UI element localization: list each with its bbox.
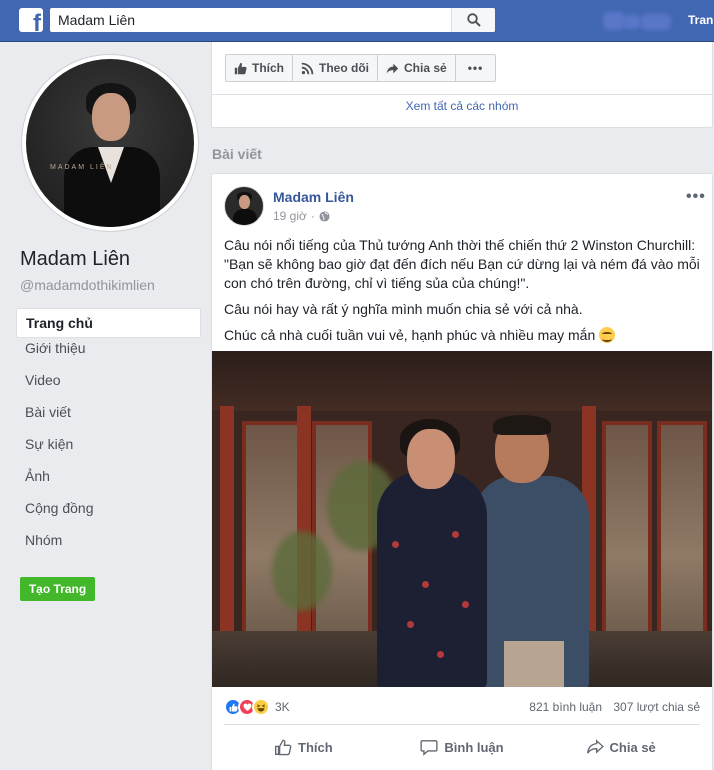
- page-nav: Trang chủ Giới thiệu Video Bài viết Sự k…: [16, 308, 201, 564]
- posts-section-title: Bài viết: [212, 146, 262, 162]
- post-share-label: Chia sẻ: [609, 739, 656, 755]
- nav-item-posts[interactable]: Bài viết: [16, 404, 201, 436]
- share-page-button[interactable]: Chia sẻ: [377, 54, 456, 82]
- nav-item-groups[interactable]: Nhóm: [16, 532, 201, 564]
- nav-item-photos[interactable]: Ảnh: [16, 468, 201, 500]
- post-comment-button[interactable]: Bình luận: [383, 725, 542, 769]
- post-time-text[interactable]: 19 giờ: [273, 209, 307, 223]
- like-page-label: Thích: [252, 61, 284, 75]
- post-stats: 821 bình luận 307 lượt chia sẻ: [529, 700, 700, 714]
- share-page-label: Chia sẻ: [404, 61, 447, 75]
- thumbs-up-icon: [234, 62, 247, 74]
- post-paragraph: Câu nói nổi tiếng của Thủ tướng Anh thời…: [224, 237, 700, 291]
- post-author-name[interactable]: Madam Liên: [273, 189, 354, 205]
- reactions-summary[interactable]: 3K: [224, 697, 290, 717]
- page-action-bar: Thích Theo dõi Chia sẻ •••: [225, 54, 497, 82]
- blurred-user-profile[interactable]: [603, 10, 673, 32]
- haha-reaction-icon: [252, 698, 270, 716]
- post-more-options-icon[interactable]: •••: [686, 188, 706, 206]
- post-author-avatar[interactable]: [224, 186, 264, 226]
- nav-item-community[interactable]: Cộng đồng: [16, 500, 201, 532]
- post-share-button[interactable]: Chia sẻ: [541, 725, 700, 769]
- divider: [212, 94, 712, 95]
- follow-label: Theo dõi: [319, 61, 369, 75]
- nav-item-events[interactable]: Sự kiện: [16, 436, 201, 468]
- page-name[interactable]: Madam Liên: [20, 248, 130, 271]
- see-all-groups-link[interactable]: Xem tất cả các nhóm: [212, 99, 712, 113]
- rss-icon: [301, 62, 314, 74]
- thumbs-up-icon: [275, 739, 292, 756]
- post-like-button[interactable]: Thích: [224, 725, 383, 769]
- page-actions-card: Thích Theo dõi Chia sẻ ••• Xem tất cả cá…: [211, 42, 713, 128]
- follow-button[interactable]: Theo dõi: [292, 54, 378, 82]
- search-button[interactable]: [451, 8, 495, 32]
- profile-watermark: MADAM LIÊN: [50, 164, 114, 171]
- page-handle[interactable]: @madamdothikimlien: [20, 277, 155, 293]
- reaction-count: 3K: [275, 700, 290, 714]
- post-paragraph: Câu nói hay và rất ý nghĩa mình muốn chi…: [224, 301, 583, 317]
- nav-item-home[interactable]: Trang chủ: [16, 308, 201, 338]
- post-paragraph: Chúc cả nhà cuối tuần vui vẻ, hạnh phúc …: [224, 327, 596, 343]
- post-text: Câu nói nổi tiếng của Thủ tướng Anh thời…: [224, 236, 704, 352]
- post-paragraph-with-emoji: Chúc cả nhà cuối tuần vui vẻ, hạnh phúc …: [224, 326, 704, 345]
- create-page-button[interactable]: Tạo Trang: [20, 577, 95, 601]
- search-box: [50, 8, 495, 32]
- globe-icon[interactable]: [319, 210, 330, 222]
- share-arrow-icon: [386, 63, 399, 73]
- nav-item-video[interactable]: Video: [16, 372, 201, 404]
- search-input[interactable]: [50, 8, 445, 32]
- post-like-label: Thích: [298, 739, 333, 755]
- more-options-icon: •••: [467, 61, 484, 75]
- post-comment-label: Bình luận: [444, 739, 504, 755]
- facebook-logo-icon[interactable]: f: [19, 8, 43, 32]
- more-options-button[interactable]: •••: [454, 54, 497, 82]
- like-page-button[interactable]: Thích: [225, 54, 293, 82]
- smiling-face-with-hearts-emoji-icon: [599, 327, 616, 343]
- share-count-link[interactable]: 307 lượt chia sẻ: [613, 700, 700, 714]
- comment-bubble-icon: [420, 740, 438, 756]
- post-action-bar: Thích Bình luận Chia sẻ: [224, 725, 700, 769]
- post-timestamp: 19 giờ ·: [273, 209, 330, 223]
- nav-item-about[interactable]: Giới thiệu: [16, 340, 201, 372]
- comment-count-link[interactable]: 821 bình luận: [529, 700, 602, 714]
- post-card: Madam Liên 19 giờ · ••• Câu nói nổi tiến…: [211, 173, 713, 770]
- share-arrow-icon: [586, 739, 604, 754]
- top-bar: f Tran: [0, 0, 714, 42]
- home-link[interactable]: Tran: [688, 13, 713, 27]
- post-photo[interactable]: [212, 351, 712, 687]
- page-profile-picture[interactable]: MADAM LIÊN: [22, 55, 198, 231]
- search-icon: [467, 13, 481, 27]
